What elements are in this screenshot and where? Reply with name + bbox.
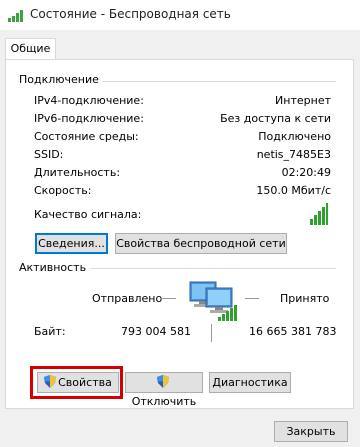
wifi-signal-icon (8, 8, 26, 22)
ssid-value: netis_7485E3 (256, 148, 331, 161)
duration-label: Длительность: (34, 166, 121, 179)
duration-value: 02:20:49 (281, 166, 331, 179)
disconnect-button[interactable]: Отключить (125, 372, 203, 408)
details-button[interactable]: Сведения... (35, 233, 108, 254)
signal-strength-icon (310, 203, 328, 225)
diagnostics-button[interactable]: Диагностика (209, 372, 291, 393)
media-state-value: Подключено (258, 130, 331, 143)
close-button[interactable]: Закрыть (274, 421, 348, 442)
ipv4-label: IPv4-подключение: (34, 94, 144, 107)
ssid-label: SSID: (34, 148, 64, 161)
disconnect-button-label: Отключить (131, 395, 197, 408)
activity-divider (211, 324, 212, 342)
bytes-sent-value: 793 004 581 (121, 325, 191, 338)
bytes-received-value: 16 665 381 783 (249, 325, 337, 338)
title-bar: Состояние - Беспроводная сеть (0, 0, 360, 30)
activity-group-title: Активность (19, 261, 91, 274)
window-title: Состояние - Беспроводная сеть (30, 7, 231, 21)
media-state-label: Состояние среды: (34, 130, 139, 143)
bytes-label: Байт: (34, 325, 66, 338)
sent-line (160, 298, 176, 299)
sent-label: Отправлено (92, 292, 163, 305)
ipv6-value: Без доступа к сети (220, 112, 331, 125)
tab-general[interactable]: Общие (5, 38, 56, 60)
speed-value: 150.0 Мбит/с (256, 184, 331, 197)
highlight-frame (30, 366, 123, 399)
network-computers-icon (189, 281, 237, 321)
wireless-properties-button[interactable]: Свойства беспроводной сети (115, 233, 287, 254)
signal-quality-label: Качество сигнала: (34, 208, 142, 221)
connection-group-title: Подключение (19, 73, 103, 86)
speed-label: Скорость: (34, 184, 92, 197)
received-label: Принято (280, 292, 330, 305)
ipv4-value: Интернет (275, 94, 331, 107)
shield-icon (157, 375, 169, 388)
ipv6-label: IPv6-подключение: (34, 112, 144, 125)
received-line (245, 298, 259, 299)
